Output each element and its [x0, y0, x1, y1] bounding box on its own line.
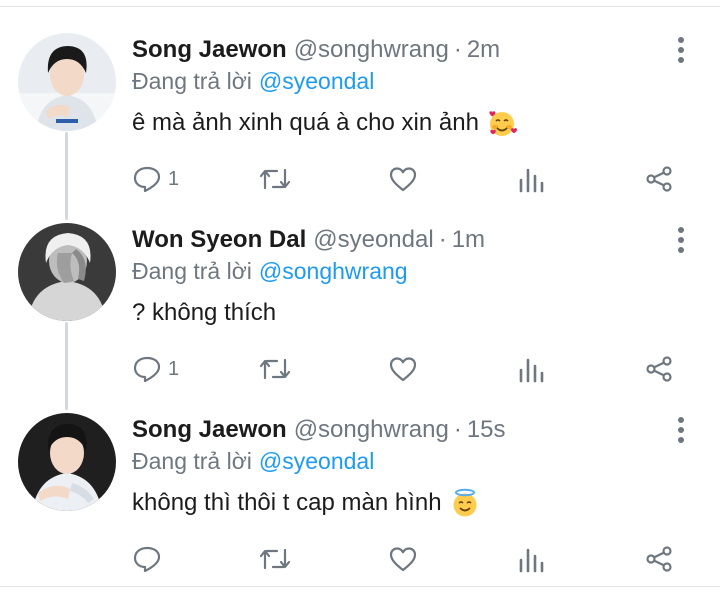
tweet-text: ê mà ảnh xinh quá à cho xin ảnh — [132, 105, 517, 141]
tweet[interactable]: Won Syeon Dal @syeondal · 1m Đang trả lờ… — [0, 223, 720, 413]
reply-count: 1 — [168, 167, 180, 190]
user-handle[interactable]: @songhwrang — [294, 416, 449, 444]
reply-icon — [133, 546, 161, 573]
mention-link[interactable]: @songhwrang — [259, 258, 408, 285]
reply-button[interactable]: 1 — [132, 161, 179, 197]
analytics-icon — [519, 358, 544, 383]
share-button[interactable] — [644, 161, 674, 197]
analytics-icon — [519, 168, 544, 193]
avatar[interactable] — [18, 33, 116, 131]
tweet-text-content: ê mà ảnh xinh quá à cho xin ảnh — [132, 109, 479, 136]
like-button[interactable] — [388, 161, 418, 197]
retweet-button[interactable] — [258, 351, 292, 387]
separator-dot: · — [453, 416, 462, 443]
replying-to-label: Đang trả lời — [132, 257, 252, 284]
share-icon — [646, 546, 672, 572]
tweet-text: ? không thích — [132, 295, 276, 331]
retweet-icon — [259, 168, 291, 190]
reply-button[interactable] — [132, 541, 168, 577]
analytics-icon — [519, 548, 544, 573]
more-options-icon[interactable] — [672, 35, 690, 65]
smiling-face-with-hearts-icon — [487, 108, 517, 138]
retweet-button[interactable] — [258, 161, 292, 197]
like-button[interactable] — [388, 541, 418, 577]
more-options-icon[interactable] — [672, 225, 690, 255]
bottom-divider — [0, 586, 720, 587]
avatar[interactable] — [18, 413, 116, 511]
tweet-text: không thì thôi t cap màn hình — [132, 485, 480, 521]
share-icon — [646, 356, 672, 382]
tweet[interactable]: Song Jaewon @songhwrang · 2m Đang trả lờ… — [0, 33, 720, 223]
replying-to-line: Đang trả lời @syeondal — [132, 63, 374, 99]
timestamp[interactable]: 15s — [467, 416, 506, 444]
analytics-button[interactable] — [517, 541, 545, 577]
share-button[interactable] — [644, 541, 674, 577]
separator-dot: · — [438, 226, 447, 253]
mention-link[interactable]: @syeondal — [259, 68, 374, 95]
smiling-face-with-halo-icon — [450, 488, 480, 518]
separator-dot: · — [453, 36, 462, 63]
user-handle[interactable]: @songhwrang — [294, 36, 449, 64]
timestamp[interactable]: 2m — [467, 36, 500, 64]
retweet-button[interactable] — [258, 541, 292, 577]
replying-to-line: Đang trả lời @songhwrang — [132, 253, 408, 289]
heart-icon — [389, 357, 417, 382]
timestamp[interactable]: 1m — [452, 226, 485, 254]
reply-icon — [133, 166, 161, 193]
heart-icon — [389, 547, 417, 572]
reply-button[interactable]: 1 — [132, 351, 179, 387]
display-name[interactable]: Song Jaewon — [132, 416, 287, 444]
tweet-text-content: không thì thôi t cap màn hình — [132, 489, 442, 516]
share-icon — [646, 166, 672, 192]
retweet-icon — [259, 548, 291, 570]
top-divider — [0, 6, 720, 7]
retweet-icon — [259, 358, 291, 380]
tweet-text-content: ? không thích — [132, 299, 277, 326]
display-name[interactable]: Won Syeon Dal — [132, 226, 306, 254]
heart-icon — [389, 167, 417, 192]
reply-icon — [133, 356, 161, 383]
replying-to-line: Đang trả lời @syeondal — [132, 443, 374, 479]
tweet[interactable]: Song Jaewon @songhwrang · 15s Đang trả l… — [0, 413, 720, 603]
more-options-icon[interactable] — [672, 415, 690, 445]
reply-count: 1 — [168, 357, 180, 380]
like-button[interactable] — [388, 351, 418, 387]
analytics-button[interactable] — [517, 351, 545, 387]
share-button[interactable] — [644, 351, 674, 387]
avatar[interactable] — [18, 223, 116, 321]
analytics-button[interactable] — [517, 161, 545, 197]
user-handle[interactable]: @syeondal — [313, 226, 433, 254]
mention-link[interactable]: @syeondal — [259, 448, 374, 475]
replying-to-label: Đang trả lời — [132, 67, 252, 94]
display-name[interactable]: Song Jaewon — [132, 36, 287, 64]
replying-to-label: Đang trả lời — [132, 447, 252, 474]
